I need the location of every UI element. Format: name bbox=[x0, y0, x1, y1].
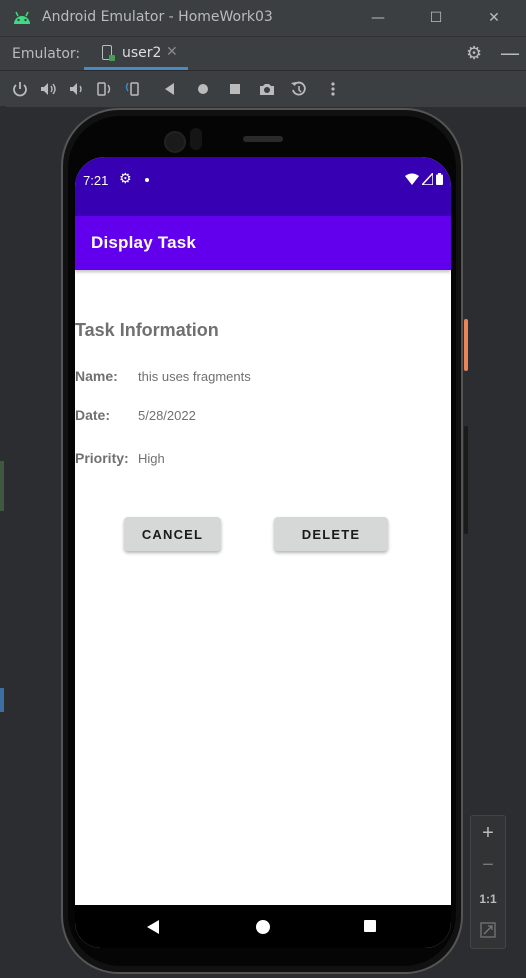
name-value: this uses fragments bbox=[138, 369, 251, 384]
left-edge-strip bbox=[0, 106, 6, 978]
front-camera-icon bbox=[164, 131, 186, 153]
left-edge-marker bbox=[0, 688, 4, 712]
hide-panel-icon[interactable]: — bbox=[500, 41, 520, 65]
name-label: Name: bbox=[75, 368, 118, 384]
volume-up-icon[interactable] bbox=[38, 79, 58, 99]
earpiece-speaker bbox=[243, 136, 283, 142]
phone-screen[interactable]: 7:21 ⚙ Display Task Task Information Nam… bbox=[75, 157, 451, 948]
rotate-right-icon[interactable] bbox=[122, 79, 142, 99]
snapshot-icon[interactable] bbox=[289, 79, 309, 99]
overview-icon[interactable] bbox=[225, 79, 245, 99]
volume-side-button[interactable] bbox=[464, 426, 468, 534]
settings-notification-icon: ⚙ bbox=[119, 171, 132, 187]
sensor-icon bbox=[190, 128, 202, 150]
close-button[interactable]: ✕ bbox=[480, 6, 508, 30]
android-icon bbox=[14, 11, 30, 24]
power-icon[interactable] bbox=[10, 79, 30, 99]
back-icon[interactable] bbox=[160, 79, 180, 99]
emulator-tab-bar: Emulator: user2 ✕ ⚙ — bbox=[0, 36, 526, 70]
window-title: Android Emulator - HomeWork03 bbox=[42, 9, 273, 25]
emulator-toolbar bbox=[0, 70, 526, 107]
delete-button[interactable]: DELETE bbox=[274, 517, 388, 551]
power-side-button[interactable] bbox=[464, 319, 468, 371]
nav-back-icon[interactable] bbox=[147, 920, 159, 934]
rotate-left-icon[interactable] bbox=[94, 79, 114, 99]
camera-icon[interactable] bbox=[257, 79, 277, 99]
device-icon bbox=[102, 45, 115, 61]
home-icon[interactable] bbox=[193, 79, 213, 99]
status-icons bbox=[405, 173, 443, 185]
more-icon[interactable] bbox=[323, 79, 343, 99]
volume-down-icon[interactable] bbox=[66, 79, 86, 99]
task-details: Task Information Name: this uses fragmen… bbox=[75, 270, 451, 905]
emulator-label: Emulator: bbox=[12, 46, 81, 62]
battery-icon bbox=[436, 173, 443, 185]
android-status-bar: 7:21 ⚙ bbox=[75, 157, 451, 216]
nav-recents-icon[interactable] bbox=[364, 920, 376, 932]
app-bar: Display Task bbox=[75, 216, 451, 270]
cancel-button[interactable]: CANCEL bbox=[124, 517, 221, 551]
date-value: 5/28/2022 bbox=[138, 408, 196, 423]
zoom-out-button[interactable]: − bbox=[471, 854, 505, 877]
device-tab-label: user2 bbox=[122, 45, 162, 61]
window-title-bar: Android Emulator - HomeWork03 — ☐ ✕ bbox=[0, 0, 526, 36]
zoom-in-button[interactable]: + bbox=[471, 822, 505, 845]
date-label: Date: bbox=[75, 407, 111, 423]
status-time: 7:21 bbox=[83, 173, 109, 188]
device-tab-user2[interactable]: user2 ✕ bbox=[84, 37, 188, 70]
wifi-icon bbox=[405, 173, 419, 185]
zoom-controls: + − 1:1 bbox=[470, 815, 506, 949]
left-edge-marker bbox=[0, 461, 4, 511]
android-nav-bar bbox=[75, 905, 451, 948]
settings-gear-icon[interactable]: ⚙ bbox=[466, 43, 482, 64]
minimize-button[interactable]: — bbox=[364, 6, 392, 30]
notification-dot-icon bbox=[145, 178, 149, 182]
task-info-heading: Task Information bbox=[75, 320, 219, 340]
nav-home-icon[interactable] bbox=[256, 920, 270, 934]
actual-size-button[interactable]: 1:1 bbox=[471, 892, 505, 906]
fit-screen-icon[interactable] bbox=[471, 922, 505, 943]
signal-icon bbox=[422, 173, 433, 185]
app-bar-title: Display Task bbox=[91, 233, 197, 252]
priority-value: High bbox=[138, 451, 165, 466]
tab-close-icon[interactable]: ✕ bbox=[166, 44, 178, 60]
maximize-button[interactable]: ☐ bbox=[422, 6, 450, 30]
priority-label: Priority: bbox=[75, 450, 129, 466]
